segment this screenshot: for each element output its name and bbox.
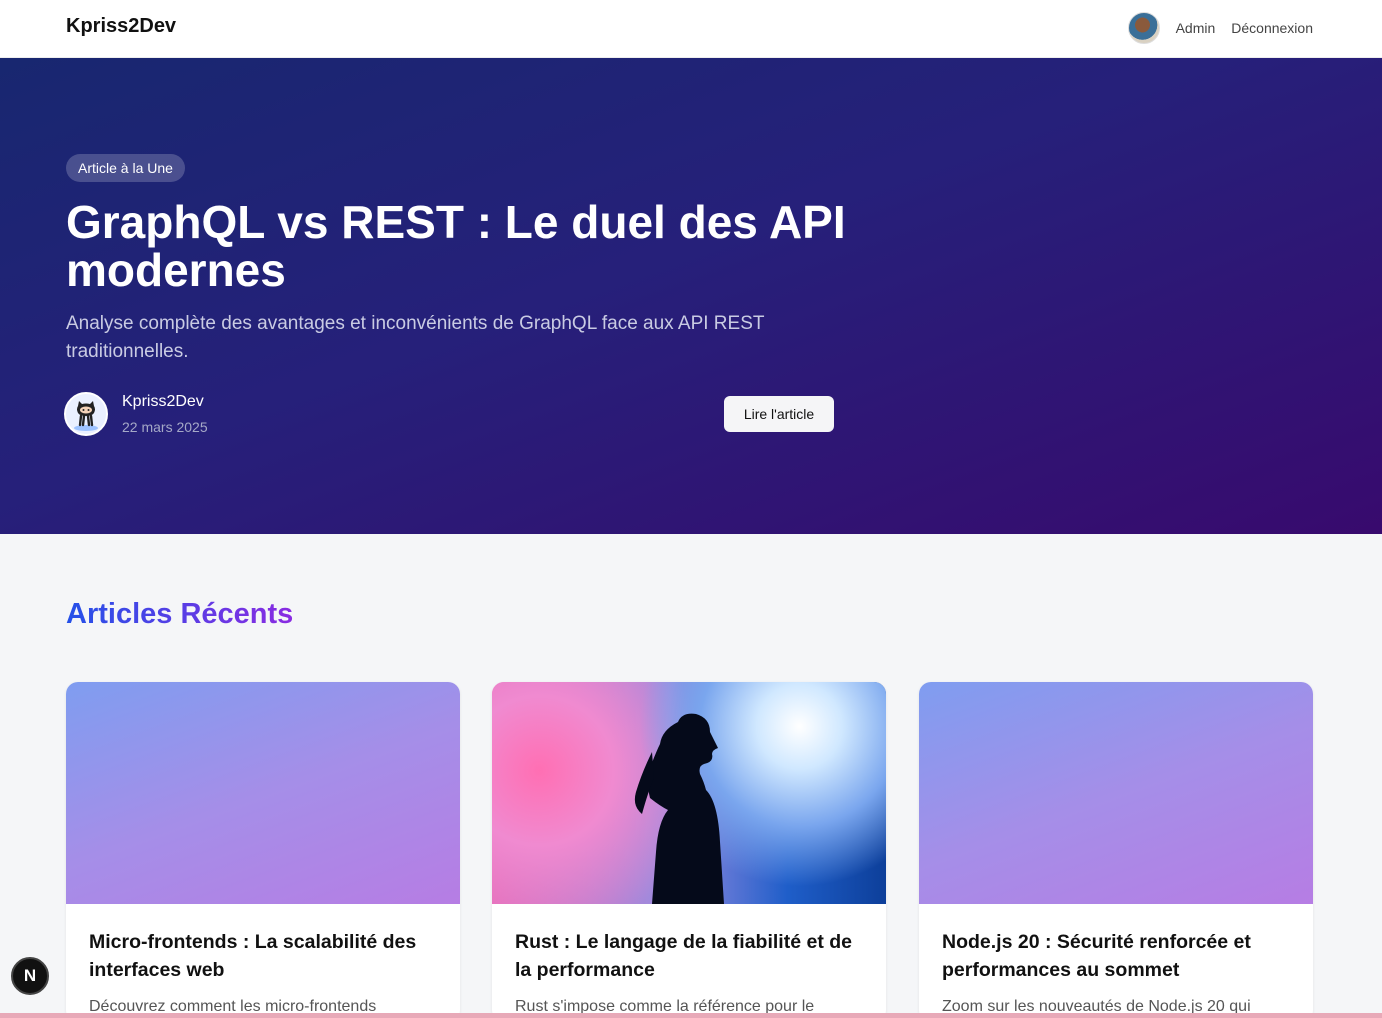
github-octocat-icon bbox=[64, 392, 108, 436]
logout-link[interactable]: Déconnexion bbox=[1231, 20, 1313, 36]
article-title[interactable]: Micro-frontends : La scalabilité des int… bbox=[89, 928, 439, 984]
read-article-button[interactable]: Lire l'article bbox=[724, 396, 834, 432]
article-cover-image[interactable] bbox=[919, 682, 1313, 904]
recent-articles-title: Articles Récents bbox=[66, 598, 294, 630]
hero-title[interactable]: GraphQL vs REST : Le duel des API modern… bbox=[66, 198, 866, 294]
top-navbar: Kpriss2Dev Admin Déconnexion bbox=[0, 0, 1382, 58]
silhouette-graphic bbox=[634, 713, 724, 904]
nav-right: Admin Déconnexion bbox=[1127, 12, 1313, 44]
octocat-graphic bbox=[66, 394, 106, 434]
author-name: Kpriss2Dev bbox=[122, 393, 204, 410]
admin-link[interactable]: Admin bbox=[1176, 20, 1216, 36]
brand-logo[interactable]: Kpriss2Dev bbox=[66, 15, 176, 38]
article-card[interactable]: Micro-frontends : La scalabilité des int… bbox=[66, 682, 460, 1018]
featured-hero: Article à la Une GraphQL vs REST : Le du… bbox=[0, 58, 1382, 534]
user-avatar-icon[interactable] bbox=[1127, 12, 1160, 44]
article-cover-image[interactable] bbox=[492, 682, 886, 904]
article-card[interactable]: Rust : Le langage de la fiabilité et de … bbox=[492, 682, 886, 1018]
featured-badge: Article à la Une bbox=[66, 154, 185, 182]
article-cover-image[interactable] bbox=[66, 682, 460, 904]
hero-subtitle: Analyse complète des avantages et inconv… bbox=[66, 313, 765, 362]
nextjs-dev-indicator-icon[interactable]: N bbox=[11, 957, 49, 995]
article-card[interactable]: Node.js 20 : Sécurité renforcée et perfo… bbox=[919, 682, 1313, 1018]
article-title[interactable]: Rust : Le langage de la fiabilité et de … bbox=[515, 928, 865, 984]
publish-date: 22 mars 2025 bbox=[122, 419, 208, 435]
page-bottom-border bbox=[0, 1013, 1382, 1018]
article-title[interactable]: Node.js 20 : Sécurité renforcée et perfo… bbox=[942, 928, 1292, 984]
